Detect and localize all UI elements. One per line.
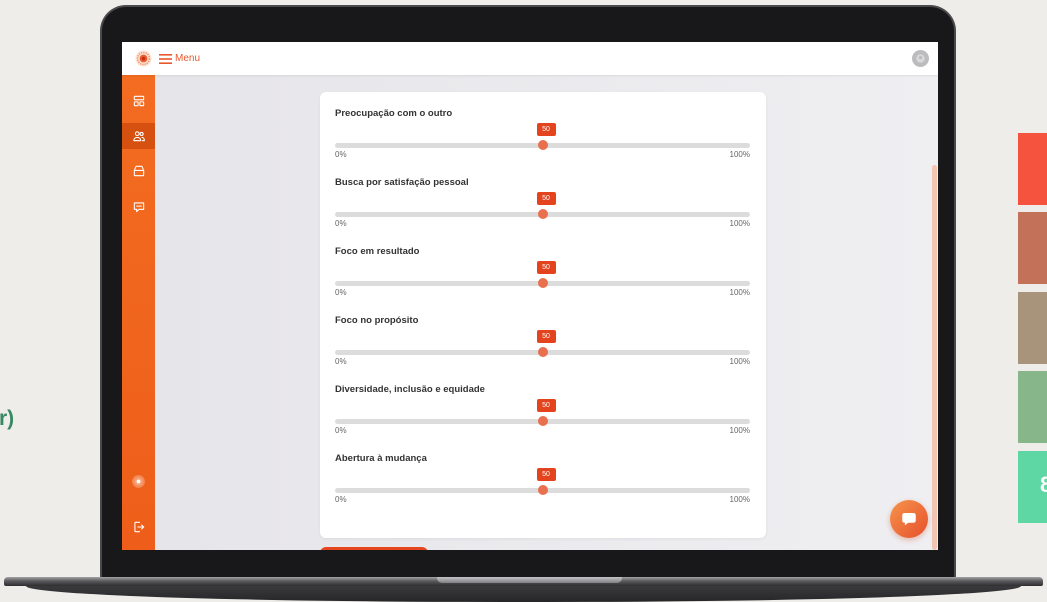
slider-min-label: 0%: [335, 357, 347, 366]
backdrop-text-clip: r): [0, 404, 30, 436]
slider-min-label: 0%: [335, 150, 347, 159]
slider-value-badge: 50: [536, 123, 556, 136]
slider-max-label: 100%: [729, 288, 750, 297]
sidebar-item-dashboard[interactable]: [122, 88, 155, 114]
slider-label: Preocupação com o outro: [335, 108, 453, 119]
swatch-label: 8: [1040, 472, 1047, 497]
slider-min-label: 0%: [335, 219, 347, 228]
sidebar-item-users[interactable]: [122, 123, 155, 149]
scrollbar-thumb[interactable]: [932, 165, 937, 550]
slider-thumb[interactable]: [537, 140, 548, 150]
chat-button[interactable]: [890, 500, 928, 538]
slider-label: Foco em resultado: [335, 246, 420, 257]
slider-preocupacao-com-o-outro: Preocupação com o outro 50 0% 100%: [335, 106, 750, 166]
slider-label: Foco no propósito: [335, 315, 419, 326]
slider-foco-em-resultado: Foco em resultado 50 0% 100%: [335, 244, 750, 304]
slider-value-badge: 50: [536, 192, 556, 205]
laptop-base-bottom: [26, 586, 1021, 602]
logout-button[interactable]: [122, 514, 155, 540]
sliders-card: Preocupação com o outro 50 0% 100% Busca…: [320, 92, 766, 538]
slider-label: Diversidade, inclusão e equidade: [335, 384, 485, 395]
slider-min-label: 0%: [335, 288, 347, 297]
laptop-screen: Menu Preocupação com o outro 50 0% 100% …: [122, 42, 938, 550]
color-swatch: [1018, 212, 1047, 284]
brand-logo-icon[interactable]: [135, 50, 152, 67]
slider-diversidade-inclusao-equidade: Diversidade, inclusão e equidade 50 0% 1…: [335, 382, 750, 442]
slider-max-label: 100%: [729, 426, 750, 435]
slider-min-label: 0%: [335, 495, 347, 504]
brand-logo-icon: [131, 474, 146, 489]
slider-value-badge: 50: [536, 330, 556, 343]
menu-label: Menu: [175, 52, 201, 64]
slider-foco-no-proposito: Foco no propósito 50 0% 100%: [335, 313, 750, 373]
color-swatch: 8: [1018, 451, 1047, 523]
top-bar: Menu: [122, 42, 938, 75]
slider-value-badge: 50: [536, 261, 556, 274]
slider-thumb[interactable]: [537, 416, 548, 426]
chat-icon: [132, 200, 146, 214]
submit-button[interactable]: [320, 547, 428, 550]
avatar-icon[interactable]: [912, 50, 929, 67]
main-content: Preocupação com o outro 50 0% 100% Busca…: [155, 75, 938, 550]
slider-max-label: 100%: [729, 495, 750, 504]
color-swatch: [1018, 371, 1047, 443]
slider-thumb[interactable]: [537, 485, 548, 495]
users-icon: [132, 129, 146, 143]
dashboard-icon: [132, 94, 146, 108]
sidebar-footer-logo[interactable]: [122, 468, 155, 494]
slider-busca-por-satisfacao-pessoal: Busca por satisfação pessoal 50 0% 100%: [335, 175, 750, 235]
slider-max-label: 100%: [729, 219, 750, 228]
sidebar: [122, 75, 155, 550]
slider-value-badge: 50: [536, 399, 556, 412]
logout-icon: [132, 520, 146, 534]
archive-icon: [132, 164, 146, 178]
color-swatch: [1018, 133, 1047, 205]
sidebar-item-archive[interactable]: [122, 158, 155, 184]
slider-thumb[interactable]: [537, 209, 548, 219]
slider-min-label: 0%: [335, 426, 347, 435]
slider-value-badge: 50: [536, 468, 556, 481]
slider-thumb[interactable]: [537, 347, 548, 357]
backdrop-text: r): [0, 407, 15, 430]
laptop-base-notch: [437, 577, 622, 583]
slider-max-label: 100%: [729, 357, 750, 366]
slider-thumb[interactable]: [537, 278, 548, 288]
slider-abertura-a-mudanca: Abertura à mudança 50 0% 100%: [335, 451, 750, 511]
slider-max-label: 100%: [729, 150, 750, 159]
slider-label: Abertura à mudança: [335, 453, 427, 464]
slider-label: Busca por satisfação pessoal: [335, 177, 469, 188]
hamburger-icon: [159, 53, 172, 64]
menu-button[interactable]: Menu: [159, 50, 200, 67]
chat-bubble-icon: [900, 510, 918, 528]
color-swatch: [1018, 292, 1047, 364]
sidebar-item-chat[interactable]: [122, 194, 155, 220]
